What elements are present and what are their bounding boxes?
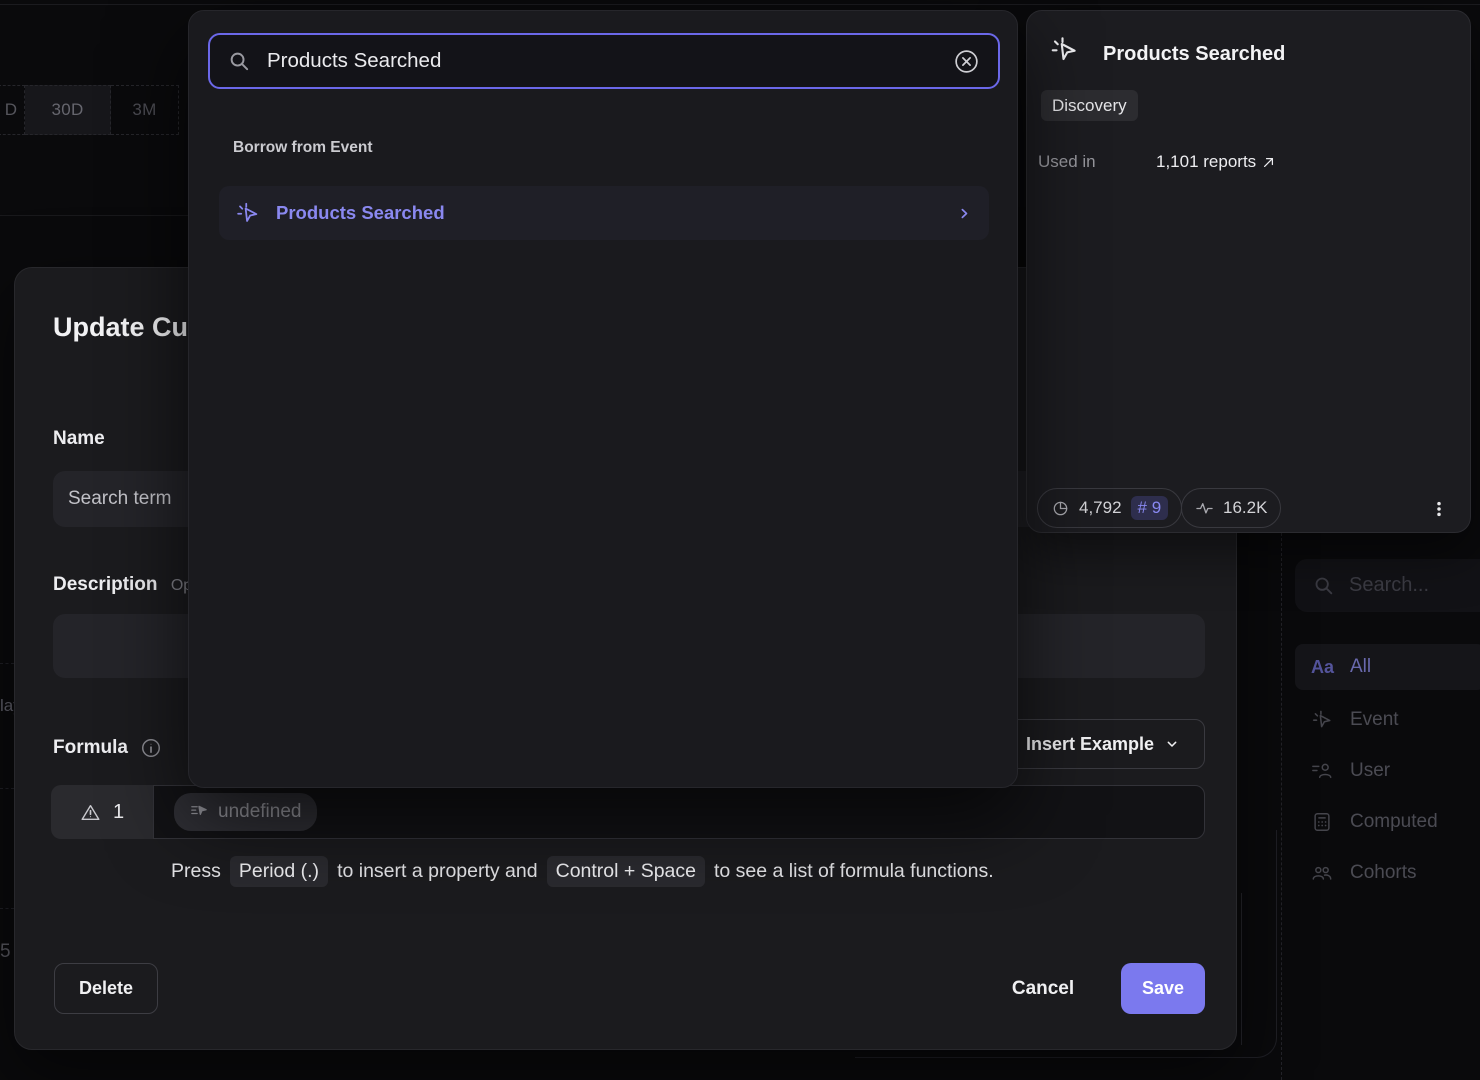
name-label: Name (53, 428, 105, 450)
pie-chart-icon (1051, 499, 1070, 518)
event-search-input[interactable] (267, 49, 937, 73)
event-property-icon (190, 803, 208, 821)
time-range-30d-label: 30D (51, 100, 83, 120)
save-button[interactable]: Save (1121, 963, 1205, 1014)
hint-press: Press (171, 860, 221, 883)
formula-label: Formula (53, 737, 162, 759)
sidebar-item-cohorts[interactable]: Cohorts (1295, 850, 1480, 896)
formula-input[interactable]: undefined (153, 785, 1205, 839)
sidebar-item-label: All (1350, 656, 1371, 678)
insert-example-label: Insert Example (1026, 734, 1154, 755)
user-count-value: 16.2K (1223, 498, 1267, 518)
delete-label: Delete (79, 978, 133, 999)
formula-hint: Press Period (.) to insert a property an… (171, 856, 994, 887)
event-result-products-searched[interactable]: Products Searched (219, 186, 989, 240)
time-range-3m-label: 3M (132, 100, 156, 120)
used-in-reports-link[interactable]: 1,101 reports (1156, 152, 1275, 172)
borrow-event-dropdown: Borrow from Event Products Searched (188, 10, 1018, 788)
chart-divider (0, 215, 188, 216)
event-icon (235, 201, 260, 226)
text-format-icon: Aa (1311, 657, 1333, 678)
clear-search-icon[interactable] (953, 48, 980, 75)
sidebar-item-computed[interactable]: Computed (1295, 799, 1480, 845)
chart-axis-fragment: 5 (0, 941, 12, 963)
sidebar-item-user[interactable]: User (1295, 748, 1480, 794)
top-divider (0, 4, 1480, 5)
chevron-right-icon (956, 205, 973, 222)
formula-label-text: Formula (53, 737, 128, 759)
sidebar-search-placeholder: Search... (1349, 574, 1429, 597)
category-badge: Discovery (1041, 90, 1138, 121)
sidebar-item-event[interactable]: Event (1295, 697, 1480, 743)
formula-property-chip[interactable]: undefined (174, 793, 317, 831)
hint-end: to see a list of formula functions. (714, 860, 994, 883)
time-range-3m[interactable]: 3M (111, 85, 179, 135)
formula-issue-count: 1 (51, 785, 153, 839)
event-result-label: Products Searched (276, 202, 940, 224)
event-search-field[interactable] (208, 33, 1000, 89)
sidebar-item-label: User (1350, 760, 1390, 782)
sidebar-search-input[interactable]: Search... (1295, 559, 1480, 612)
warning-icon (80, 802, 101, 823)
borrow-from-event-heading: Borrow from Event (233, 139, 373, 157)
hint-mid: to insert a property and (337, 860, 538, 883)
insert-example-button[interactable]: Insert Example (1001, 719, 1205, 769)
time-range-partial-label: D (5, 100, 18, 120)
event-info-card: Products Searched Discovery Used in 1,10… (1026, 10, 1471, 533)
sidebar-item-all[interactable]: Aa All (1295, 644, 1480, 690)
info-icon[interactable] (140, 737, 162, 759)
chip-label: undefined (218, 801, 301, 823)
event-count-value: 4,792 (1079, 498, 1122, 518)
background-panel-line (1241, 893, 1242, 1045)
event-icon (1311, 709, 1333, 731)
time-range-30d[interactable]: 30D (25, 85, 111, 135)
cancel-button[interactable]: Cancel (980, 963, 1106, 1014)
sidebar-item-label: Cohorts (1350, 862, 1417, 884)
modal-title: Update Cu (53, 312, 188, 343)
chart-axis-fragment: lay (0, 696, 14, 716)
search-icon (228, 50, 251, 73)
kbd-period: Period (.) (230, 856, 328, 887)
sidebar-item-label: Event (1350, 709, 1399, 731)
search-icon (1313, 575, 1335, 597)
user-count-stat[interactable]: 16.2K (1181, 488, 1281, 528)
chart-gridline (0, 663, 14, 664)
activity-icon (1195, 499, 1214, 518)
chart-gridline (0, 908, 14, 909)
more-options-button[interactable] (1419, 492, 1459, 526)
description-label-text: Description (53, 574, 158, 595)
external-link-icon (1262, 156, 1275, 169)
cohorts-icon (1311, 862, 1333, 884)
save-label: Save (1142, 978, 1184, 999)
issue-count-value: 1 (113, 801, 124, 824)
kbd-control-space: Control + Space (547, 856, 705, 887)
user-icon (1311, 760, 1333, 782)
used-in-value: 1,101 reports (1156, 152, 1256, 172)
used-in-label: Used in (1038, 152, 1096, 172)
sidebar-item-label: Computed (1350, 811, 1438, 833)
event-rank-badge: # 9 (1131, 496, 1169, 520)
event-count-stat[interactable]: 4,792 # 9 (1037, 488, 1182, 528)
event-icon (1049, 35, 1079, 65)
cancel-label: Cancel (1012, 978, 1074, 1000)
delete-button[interactable]: Delete (54, 963, 158, 1014)
chevron-down-icon (1164, 736, 1180, 752)
sidebar-divider (1281, 533, 1282, 1080)
computed-icon (1311, 811, 1333, 833)
event-card-title: Products Searched (1103, 43, 1285, 66)
chart-gridline (0, 788, 14, 789)
time-range-7d[interactable]: D (0, 85, 25, 135)
